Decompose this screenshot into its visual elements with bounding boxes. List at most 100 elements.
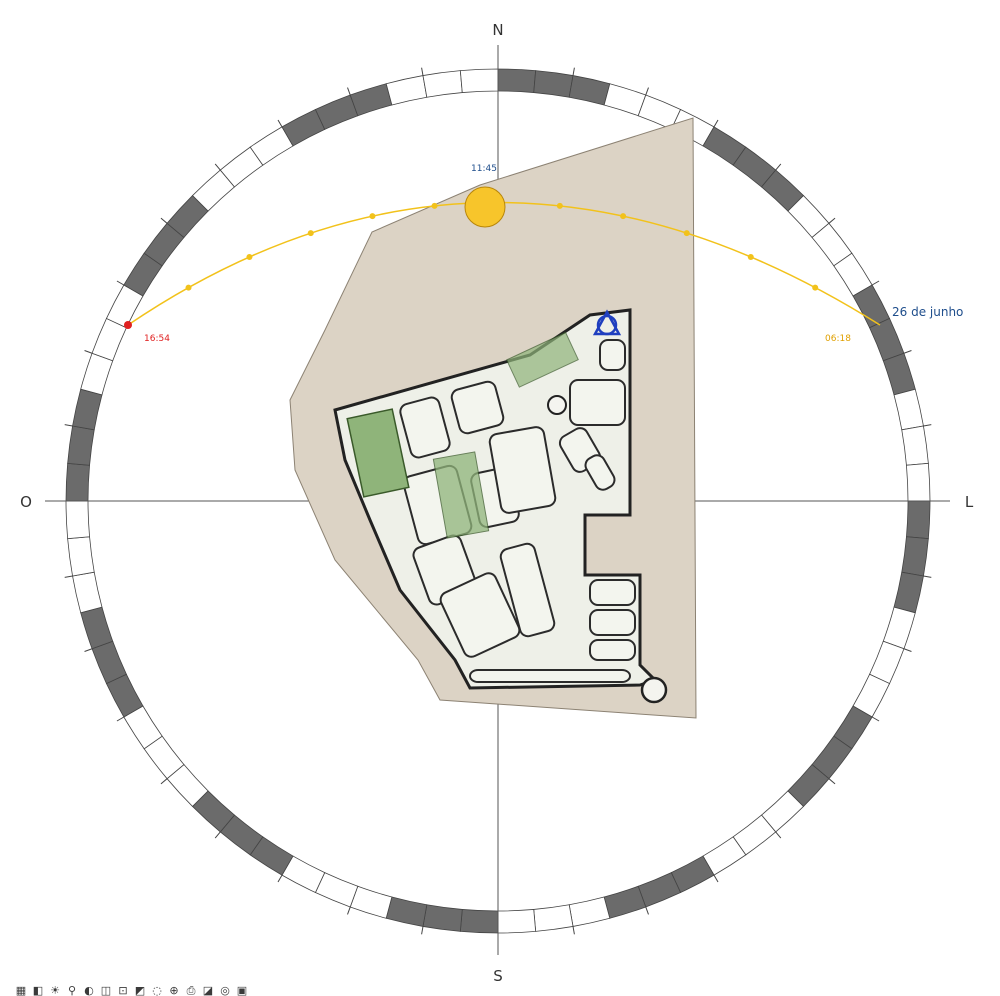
compass-tick bbox=[775, 831, 782, 839]
compass-tick bbox=[116, 280, 125, 286]
compass-ring-segment bbox=[65, 500, 90, 540]
plan-block bbox=[589, 579, 636, 606]
print-icon[interactable]: ⎙ bbox=[184, 986, 198, 996]
compass-tick bbox=[421, 67, 424, 76]
compass-ring-segment bbox=[385, 75, 428, 106]
east-label: L bbox=[965, 493, 974, 511]
sunset-point bbox=[124, 321, 132, 329]
compass-tick bbox=[572, 67, 575, 76]
compass-tick bbox=[903, 648, 912, 652]
compass-ring-segment bbox=[72, 388, 103, 431]
render-icon[interactable]: ◩ bbox=[133, 986, 147, 996]
search-icon[interactable]: ⚲ bbox=[65, 986, 79, 996]
compass-ring-segment bbox=[349, 885, 393, 919]
section-icon[interactable]: ◪ bbox=[201, 986, 215, 996]
compass-tick bbox=[116, 716, 125, 722]
compass-tick bbox=[277, 119, 283, 128]
sun-path-diagram: N S L O 11:45 06:18 16:54 26 de junho bbox=[20, 21, 974, 985]
compass-ring-segment bbox=[893, 388, 924, 431]
sun-path-hour-point bbox=[307, 230, 314, 237]
sunrise-time-label: 06:18 bbox=[825, 334, 851, 344]
compass-ring-segment bbox=[568, 896, 611, 927]
north-label: N bbox=[492, 21, 503, 39]
noon-time-label: 11:45 bbox=[471, 164, 497, 174]
compass-tick bbox=[64, 575, 73, 578]
compass-tick bbox=[923, 575, 932, 578]
hide-icon[interactable]: ◌ bbox=[150, 986, 164, 996]
cube-icon[interactable]: ◧ bbox=[31, 986, 45, 996]
compass-tick bbox=[214, 831, 221, 839]
view-icon[interactable]: ▣ bbox=[235, 986, 249, 996]
plan-block bbox=[599, 339, 626, 371]
compass-tick bbox=[421, 926, 424, 935]
shadow-icon[interactable]: ◐ bbox=[82, 986, 96, 996]
compass-ring-segment bbox=[349, 83, 393, 117]
compass-ring-segment bbox=[893, 571, 924, 614]
camera-icon[interactable]: ◫ bbox=[99, 986, 113, 996]
west-label: O bbox=[20, 493, 32, 511]
compass-tick bbox=[645, 906, 649, 915]
compass-tick bbox=[84, 648, 93, 652]
compass-ring-segment bbox=[497, 68, 537, 93]
compass-ring-segment bbox=[65, 462, 90, 502]
compass-tick bbox=[923, 424, 932, 427]
compass-ring-segment bbox=[901, 425, 929, 466]
compass-tick bbox=[277, 874, 283, 883]
crop-icon[interactable]: ⊡ bbox=[116, 986, 130, 996]
compass-ring-segment bbox=[603, 83, 647, 117]
compass-tick bbox=[160, 217, 168, 224]
compass-tick bbox=[572, 926, 575, 935]
south-label: S bbox=[493, 967, 503, 985]
compass-ring-segment bbox=[422, 904, 463, 932]
sun-path-hour-point bbox=[747, 253, 754, 260]
zoom-icon[interactable]: ⊕ bbox=[167, 986, 181, 996]
sunset-time-label: 16:54 bbox=[144, 334, 170, 344]
compass-tick bbox=[84, 350, 93, 354]
compass-ring-segment bbox=[459, 68, 499, 93]
sun-path-hour-point bbox=[369, 213, 376, 220]
compass-ring-segment bbox=[533, 70, 574, 98]
compass-ring-segment bbox=[603, 885, 647, 919]
date-label: 26 de junho bbox=[892, 305, 963, 319]
compass-ring-segment bbox=[901, 536, 929, 577]
sun-path-hour-point bbox=[556, 202, 563, 209]
compass-tick bbox=[828, 217, 836, 224]
compass-ring-segment bbox=[497, 909, 537, 934]
compass-ring-segment bbox=[67, 536, 95, 577]
compass-tick bbox=[775, 163, 782, 171]
compass-tick bbox=[713, 874, 719, 883]
compass-ring-segment bbox=[67, 425, 95, 466]
compass-ring-segment bbox=[882, 352, 916, 396]
compass-ring-segment bbox=[568, 75, 611, 106]
central-roundabout bbox=[547, 395, 567, 415]
compass-ring-segment bbox=[80, 606, 114, 650]
plan-block bbox=[589, 639, 636, 661]
compass-tick bbox=[903, 350, 912, 354]
sun-path-hour-point bbox=[620, 213, 627, 220]
sun-path-hour-point bbox=[683, 230, 690, 237]
compass-tick bbox=[64, 424, 73, 427]
compass-ring-segment bbox=[882, 606, 916, 650]
plan-block bbox=[469, 669, 631, 683]
compass-ring-segment bbox=[906, 462, 931, 502]
sun-path-hour-point bbox=[185, 284, 192, 291]
compass-tick bbox=[214, 163, 221, 171]
layers-icon[interactable]: ◎ bbox=[218, 986, 232, 996]
compass-ring-segment bbox=[80, 352, 114, 396]
compass-ring-segment bbox=[72, 571, 103, 614]
compass-ring-segment bbox=[533, 904, 574, 932]
sun-icon[interactable]: ☀ bbox=[48, 986, 62, 996]
compass-tick bbox=[871, 280, 880, 286]
plan-block bbox=[569, 379, 626, 426]
compass-tick bbox=[713, 119, 719, 128]
sun-path-hour-point bbox=[246, 253, 253, 260]
compass-ring-segment bbox=[422, 70, 463, 98]
sun-path-hour-point bbox=[431, 202, 438, 209]
sun-path-hour-point bbox=[812, 284, 819, 291]
compass-ring-segment bbox=[385, 896, 428, 927]
compass-ring-segment bbox=[459, 909, 499, 934]
grid-icon[interactable]: ▦ bbox=[14, 986, 28, 996]
plan-block bbox=[589, 609, 636, 636]
compass-tick bbox=[871, 716, 880, 722]
compass-tick bbox=[160, 778, 168, 785]
